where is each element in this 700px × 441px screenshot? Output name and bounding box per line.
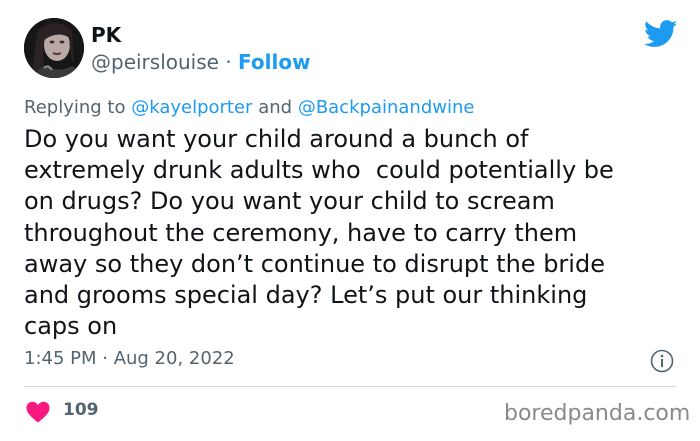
tweet-text-line: on drugs? Do you want your child to scre… — [24, 187, 555, 216]
tweet-text: Do you want your child around a bunch of… — [24, 124, 674, 342]
tweet-card: PK @peirslouise · Follow Replying to @ka… — [0, 0, 700, 441]
tweet-text-line: extremely drunk adults who could potenti… — [24, 156, 614, 185]
author-handle-line: @peirslouise · Follow — [91, 50, 311, 74]
tweet-text-line: Do you want your child around a bunch of — [24, 125, 529, 153]
separator-dot: · — [225, 50, 232, 74]
watermark: boredpanda.com — [504, 401, 691, 426]
tweet-text-line: and grooms special day? Let’s put our th… — [24, 281, 588, 310]
reply-conjunction: and — [258, 97, 293, 118]
reply-prefix: Replying to — [24, 97, 126, 118]
tweet-text-line: away so they don’t continue to disrupt t… — [24, 249, 605, 278]
tweet-text-line: caps on — [24, 312, 118, 341]
heart-icon[interactable] — [26, 401, 50, 423]
tweet-text-line: throughout the ceremony, have to carry t… — [24, 218, 578, 247]
like-count[interactable]: 109 — [63, 400, 99, 420]
author-name[interactable]: PK — [91, 23, 121, 47]
follow-button[interactable]: Follow — [238, 50, 311, 74]
mention-kayelporter[interactable]: @kayelporter — [131, 97, 252, 118]
reply-context: Replying to @kayelporter and @Backpainan… — [24, 97, 474, 118]
info-icon[interactable] — [650, 349, 674, 373]
profile-photo — [24, 18, 84, 78]
tweet-timestamp[interactable]: 1:45 PM · Aug 20, 2022 — [24, 348, 235, 369]
divider — [24, 386, 676, 387]
avatar[interactable] — [24, 18, 84, 78]
mention-backpainandwine[interactable]: @Backpainandwine — [298, 97, 475, 118]
author-handle[interactable]: @peirslouise — [91, 50, 219, 74]
twitter-bird-icon[interactable] — [644, 20, 678, 48]
